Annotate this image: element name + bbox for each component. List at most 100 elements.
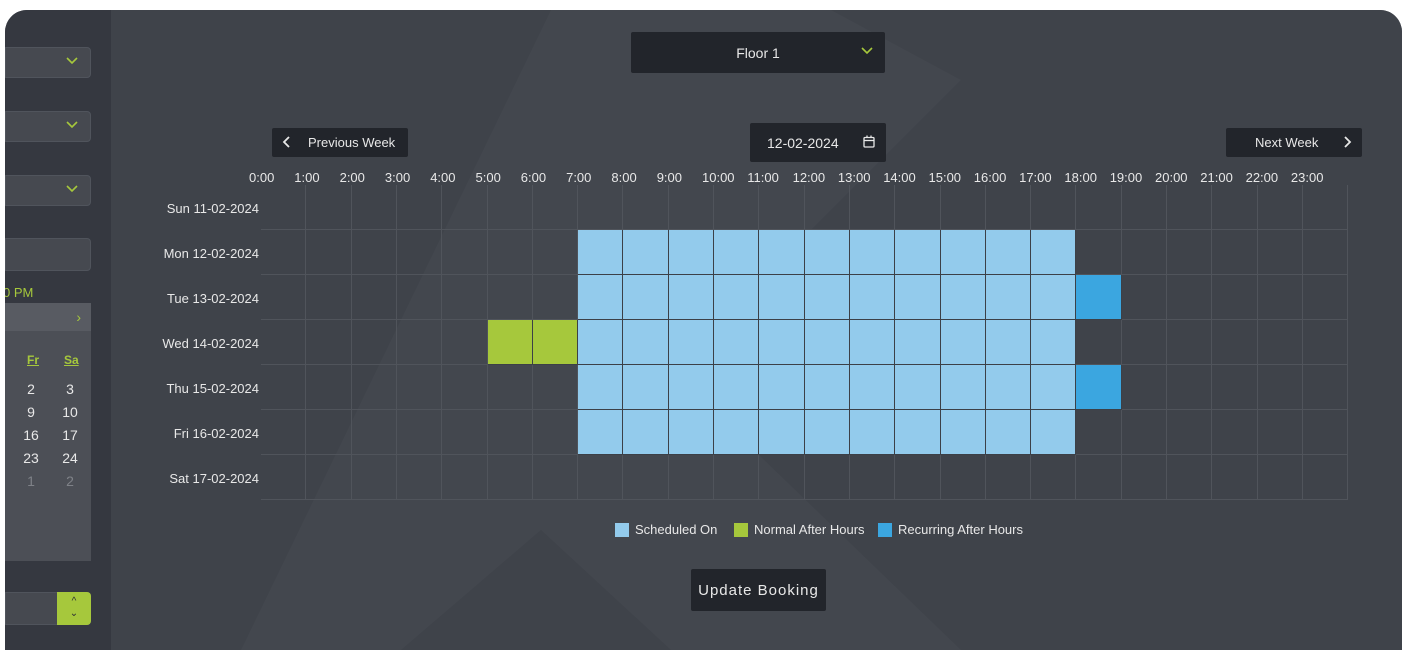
grid-cell[interactable] [306, 455, 352, 500]
grid-cell[interactable] [352, 275, 397, 320]
next-month-icon[interactable]: › [76, 309, 81, 325]
update-booking-button[interactable]: Update Booking [691, 569, 826, 611]
calendar-day[interactable]: 10 [60, 404, 80, 420]
booking-cell-sched[interactable] [578, 365, 623, 410]
booking-cell-sched[interactable] [578, 320, 623, 365]
booking-cell-sched[interactable] [805, 320, 850, 365]
grid-cell[interactable] [1212, 320, 1258, 365]
booking-cell-sched[interactable] [669, 320, 714, 365]
grid-cell[interactable] [261, 275, 306, 320]
booking-cell-sched[interactable] [986, 365, 1031, 410]
calendar-day[interactable]: 2 [21, 381, 41, 397]
grid-cell[interactable] [488, 455, 533, 500]
booking-cell-sched[interactable] [986, 230, 1031, 275]
booking-cell-normal[interactable] [488, 320, 533, 365]
grid-cell[interactable] [1212, 410, 1258, 455]
grid-cell[interactable] [1122, 365, 1167, 410]
calendar-day[interactable]: 9 [21, 404, 41, 420]
booking-cell-sched[interactable] [623, 365, 669, 410]
grid-cell[interactable] [442, 455, 488, 500]
grid-cell[interactable] [1303, 320, 1348, 365]
grid-cell[interactable] [442, 365, 488, 410]
grid-cell[interactable] [895, 185, 941, 230]
booking-cell-sched[interactable] [850, 365, 895, 410]
booking-cell-recur[interactable] [1076, 365, 1122, 410]
booking-cell-sched[interactable] [759, 320, 805, 365]
booking-cell-sched[interactable] [759, 230, 805, 275]
grid-cell[interactable] [759, 455, 805, 500]
previous-week-button[interactable]: Previous Week [272, 128, 408, 157]
grid-cell[interactable] [1212, 365, 1258, 410]
grid-cell[interactable] [1303, 410, 1348, 455]
grid-cell[interactable] [1258, 230, 1303, 275]
booking-cell-sched[interactable] [895, 365, 941, 410]
grid-cell[interactable] [895, 455, 941, 500]
grid-cell[interactable] [1212, 185, 1258, 230]
grid-cell[interactable] [1258, 275, 1303, 320]
grid-cell[interactable] [1303, 275, 1348, 320]
grid-cell[interactable] [397, 230, 442, 275]
booking-cell-sched[interactable] [578, 275, 623, 320]
grid-cell[interactable] [352, 185, 397, 230]
grid-cell[interactable] [261, 410, 306, 455]
booking-cell-sched[interactable] [1031, 320, 1076, 365]
booking-cell-sched[interactable] [714, 230, 759, 275]
grid-cell[interactable] [578, 185, 623, 230]
booking-cell-sched[interactable] [1031, 230, 1076, 275]
grid-cell[interactable] [1258, 320, 1303, 365]
grid-cell[interactable] [1076, 455, 1122, 500]
booking-cell-sched[interactable] [759, 275, 805, 320]
next-week-button[interactable]: Next Week [1226, 128, 1362, 157]
grid-cell[interactable] [1122, 185, 1167, 230]
grid-cell[interactable] [1167, 320, 1212, 365]
booking-cell-sched[interactable] [805, 230, 850, 275]
grid-cell[interactable] [397, 365, 442, 410]
grid-cell[interactable] [533, 275, 578, 320]
booking-cell-sched[interactable] [895, 275, 941, 320]
grid-cell[interactable] [623, 185, 669, 230]
booking-cell-sched[interactable] [941, 230, 986, 275]
booking-cell-sched[interactable] [805, 365, 850, 410]
grid-cell[interactable] [669, 455, 714, 500]
grid-cell[interactable] [1303, 455, 1348, 500]
booking-cell-sched[interactable] [578, 410, 623, 455]
grid-cell[interactable] [442, 230, 488, 275]
grid-cell[interactable] [352, 365, 397, 410]
grid-cell[interactable] [488, 275, 533, 320]
grid-cell[interactable] [714, 455, 759, 500]
sidebar-select-3[interactable] [5, 175, 91, 206]
booking-cell-sched[interactable] [895, 320, 941, 365]
grid-cell[interactable] [1031, 455, 1076, 500]
booking-cell-sched[interactable] [623, 410, 669, 455]
booking-cell-sched[interactable] [669, 230, 714, 275]
grid-cell[interactable] [352, 230, 397, 275]
booking-cell-sched[interactable] [759, 410, 805, 455]
grid-cell[interactable] [714, 185, 759, 230]
grid-cell[interactable] [578, 455, 623, 500]
grid-cell[interactable] [805, 455, 850, 500]
calendar-day[interactable]: 17 [60, 427, 80, 443]
booking-cell-sched[interactable] [850, 230, 895, 275]
grid-cell[interactable] [306, 410, 352, 455]
calendar-icon[interactable] [863, 135, 875, 148]
grid-cell[interactable] [986, 455, 1031, 500]
grid-cell[interactable] [1258, 365, 1303, 410]
grid-cell[interactable] [352, 410, 397, 455]
booking-cell-sched[interactable] [850, 320, 895, 365]
grid-cell[interactable] [442, 410, 488, 455]
grid-cell[interactable] [261, 365, 306, 410]
floor-select[interactable]: Floor 1 [631, 32, 885, 73]
grid-cell[interactable] [1167, 275, 1212, 320]
grid-cell[interactable] [442, 185, 488, 230]
sidebar-select-1[interactable] [5, 47, 91, 78]
booking-cell-sched[interactable] [623, 230, 669, 275]
calendar-day[interactable]: 23 [21, 450, 41, 466]
grid-cell[interactable] [669, 185, 714, 230]
grid-cell[interactable] [1212, 455, 1258, 500]
grid-cell[interactable] [397, 185, 442, 230]
booking-cell-sched[interactable] [578, 230, 623, 275]
grid-cell[interactable] [488, 185, 533, 230]
calendar-day[interactable]: 16 [21, 427, 41, 443]
stepper-up-icon[interactable]: ^ [57, 596, 91, 608]
grid-cell[interactable] [1167, 455, 1212, 500]
